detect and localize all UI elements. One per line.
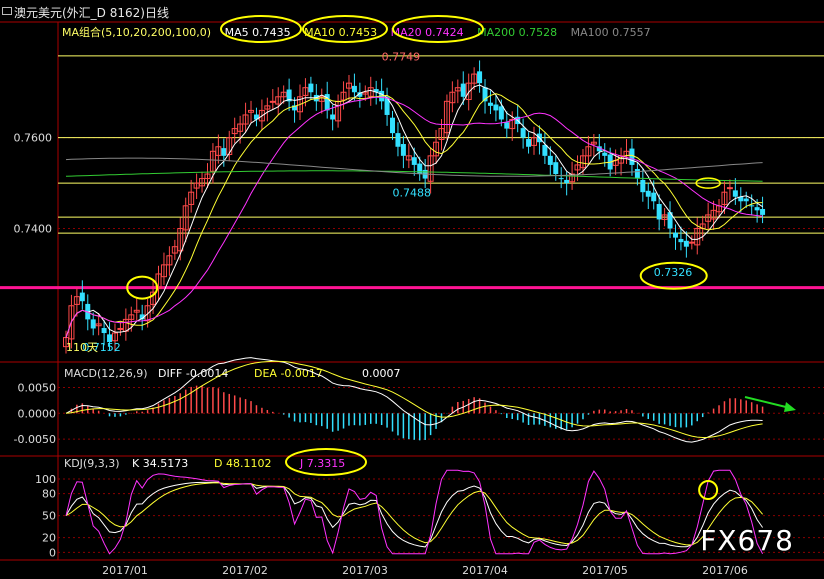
macd-name: MACD(12,26,9): [64, 367, 148, 380]
candle-body-down: [477, 71, 483, 84]
candle-body-up: [726, 187, 733, 190]
candle-body-down: [351, 85, 357, 93]
candle-body-up: [269, 100, 276, 103]
candle-body-down: [395, 133, 401, 147]
candle-body-down: [498, 106, 504, 120]
candle-body-down: [411, 157, 417, 165]
kdj-j-line: [65, 469, 764, 555]
macd-tick-label: -0.0050: [14, 433, 56, 446]
candle-body-down: [645, 190, 651, 197]
candle-body-down: [460, 83, 466, 97]
candle-body-down: [79, 292, 85, 302]
kdj-j: J 7.3315: [299, 457, 345, 470]
price-annotation: 0.7326: [654, 266, 693, 279]
candle-body-down: [526, 139, 532, 147]
legend-highlight-ellipse: [302, 15, 388, 43]
watermark: FX678: [700, 524, 794, 557]
candle-body-down: [760, 208, 766, 215]
candle-body-down: [651, 192, 657, 202]
candle-body-down: [330, 114, 336, 120]
candle-body-down: [487, 102, 493, 106]
candle-body-down: [90, 319, 96, 329]
kdj-tick-label: 80: [42, 488, 56, 501]
kdj-tick-label: 20: [42, 532, 56, 545]
price-tick-label: 0.7400: [14, 223, 53, 236]
kdj-name: KDJ(9,3,3): [64, 457, 120, 470]
price-annotation: 110天: [66, 341, 98, 354]
candle-body-down: [504, 122, 510, 129]
legend-highlight-ellipse: [220, 15, 302, 43]
macd-value: 0.0007: [362, 367, 401, 380]
candle-body-down: [542, 144, 548, 156]
x-tick-label: 2017/01: [102, 564, 148, 577]
kdj-tick-label: 0: [49, 546, 56, 559]
macd-tick-label: 0.0050: [18, 381, 57, 394]
price-chart-canvas[interactable]: 0.76000.74000.77490.74880.73260.7152110天…: [0, 0, 824, 579]
price-annotation: 0.7488: [393, 187, 432, 200]
candle-body-down: [101, 328, 107, 334]
candle-body-down: [672, 232, 678, 238]
candle-body-down: [754, 207, 760, 211]
macd-tick-label: 0.0000: [18, 407, 57, 420]
price-annotation: 0.7749: [382, 50, 421, 63]
kdj-tick-label: 50: [42, 510, 56, 523]
x-tick-label: 2017/03: [342, 564, 388, 577]
candle-body-up: [688, 241, 695, 244]
candle-body-down: [308, 83, 314, 93]
candle-body-down: [678, 238, 684, 243]
kdj-d-line: [65, 482, 763, 546]
candle-body-down: [732, 190, 738, 197]
trend-arrow-head: [784, 402, 796, 412]
candle-body-down: [634, 169, 640, 179]
macd-dea: DEA -0.0017: [254, 367, 323, 380]
x-tick-label: 2017/06: [702, 564, 748, 577]
highlight-circle: [698, 480, 719, 500]
candle-body-down: [553, 162, 559, 175]
candle-body-down: [564, 179, 570, 184]
candle-body-down: [743, 198, 749, 202]
kdj-d: D 48.1102: [214, 457, 271, 470]
candle-body-down: [520, 128, 526, 138]
price-tick-label: 0.7600: [14, 132, 53, 145]
x-tick-label: 2017/05: [582, 564, 628, 577]
candle-body-down: [417, 163, 423, 175]
candle-body-down: [390, 117, 396, 134]
candle-body-down: [602, 152, 608, 156]
candle-body-down: [221, 148, 227, 156]
candle-body-down: [656, 203, 662, 220]
legend-highlight-ellipse: [392, 15, 484, 43]
candle-body-down: [749, 205, 755, 207]
candle-body-down: [547, 155, 553, 165]
kdj-k: K 34.5173: [132, 457, 188, 470]
candle-body-down: [629, 148, 635, 165]
candle-body-down: [558, 178, 564, 180]
candle-body-down: [640, 179, 646, 193]
candle-body-down: [683, 240, 689, 247]
candle-body-down: [493, 104, 499, 111]
candle-body-down: [400, 144, 406, 156]
x-tick-label: 2017/04: [462, 564, 508, 577]
candle-body-up: [117, 327, 124, 330]
x-tick-label: 2017/02: [222, 564, 268, 577]
kdj-tick-label: 100: [35, 473, 56, 486]
